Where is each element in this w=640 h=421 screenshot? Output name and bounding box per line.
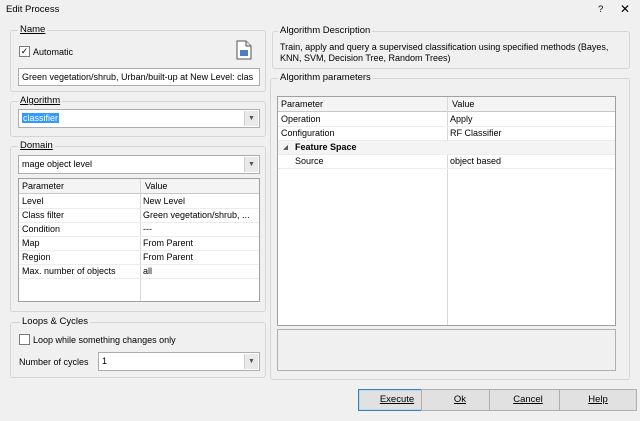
- row-divider: [19, 264, 259, 265]
- algorithm-select[interactable]: classifier ▼: [18, 109, 260, 128]
- help-button-label: Help: [588, 394, 608, 405]
- chevron-down-icon[interactable]: ▼: [244, 111, 258, 126]
- domain-value-map[interactable]: From Parent: [143, 238, 259, 248]
- domain-value-max-objects[interactable]: all: [143, 266, 259, 276]
- row-divider: [19, 236, 259, 237]
- param-source[interactable]: Source: [295, 156, 324, 166]
- feature-space-label: Feature Space: [295, 142, 357, 152]
- chevron-down-icon[interactable]: ▼: [244, 157, 258, 172]
- algorithm-description-text: Train, apply and query a supervised clas…: [280, 42, 609, 63]
- collapse-triangle-icon[interactable]: ◢: [283, 143, 288, 151]
- param-operation[interactable]: Operation: [281, 114, 321, 124]
- loops-group-label: Loops & Cycles: [20, 316, 91, 327]
- domain-value-class-filter[interactable]: Green vegetation/shrub, ...: [143, 210, 259, 220]
- domain-param-level[interactable]: Level: [22, 196, 44, 206]
- title-bar: Edit Process ? ✕: [0, 0, 640, 20]
- loop-while-changes-checkbox[interactable]: [19, 334, 30, 345]
- execute-button-label: Execute: [379, 394, 415, 405]
- automatic-checkbox[interactable]: ✓: [19, 46, 30, 57]
- column-header-parameter: Parameter: [22, 181, 65, 191]
- param-configuration[interactable]: Configuration: [281, 128, 335, 138]
- row-divider: [19, 208, 259, 209]
- params-group-label: Algorithm parameters: [278, 72, 373, 83]
- row-divider: [278, 168, 615, 169]
- edit-document-icon[interactable]: [236, 40, 252, 60]
- row-divider: [278, 154, 615, 155]
- window-title: Edit Process: [6, 4, 60, 15]
- domain-value-condition[interactable]: ---: [143, 224, 259, 234]
- column-divider: [140, 179, 141, 301]
- description-group-label: Algorithm Description: [278, 25, 373, 36]
- row-divider: [19, 250, 259, 251]
- chevron-down-icon[interactable]: ▼: [244, 354, 258, 369]
- loop-while-changes-label: Loop while something changes only: [33, 335, 176, 345]
- ok-button[interactable]: Ok: [421, 389, 499, 411]
- cancel-button-label: Cancel: [513, 394, 543, 405]
- process-name-field[interactable]: Green vegetation/shrub, Urban/built-up a…: [18, 68, 260, 86]
- column-divider: [447, 97, 448, 325]
- column-header-value: Value: [145, 181, 168, 191]
- algorithm-group-label: Algorithm: [18, 95, 63, 106]
- cycles-select[interactable]: 1 ▼: [98, 352, 260, 371]
- domain-param-condition[interactable]: Condition: [22, 224, 60, 234]
- help-title-button[interactable]: ?: [598, 4, 603, 15]
- domain-param-map[interactable]: Map: [22, 238, 40, 248]
- close-icon[interactable]: ✕: [620, 2, 630, 16]
- domain-select[interactable]: mage object level ▼: [18, 155, 260, 174]
- cycles-label: Number of cycles: [19, 357, 89, 367]
- domain-value-region[interactable]: From Parent: [143, 252, 259, 262]
- domain-param-max-objects[interactable]: Max. number of objects: [22, 266, 116, 276]
- param-operation-value[interactable]: Apply: [450, 114, 473, 124]
- cycles-value: 1: [102, 356, 108, 366]
- domain-param-region[interactable]: Region: [22, 252, 51, 262]
- param-configuration-value[interactable]: RF Classifier: [450, 128, 502, 138]
- domain-param-class-filter[interactable]: Class filter: [22, 210, 64, 220]
- domain-group-label: Domain: [18, 140, 55, 151]
- name-group-label: Name: [18, 24, 48, 35]
- parameter-help-pane: [277, 329, 616, 371]
- help-button[interactable]: Help: [559, 389, 637, 411]
- param-source-value[interactable]: object based: [450, 156, 501, 166]
- algorithm-value: classifier: [22, 113, 60, 123]
- domain-value: mage object level: [22, 159, 93, 169]
- cancel-button[interactable]: Cancel: [489, 389, 567, 411]
- automatic-label: Automatic: [33, 47, 74, 57]
- domain-parameter-table: Parameter Value Level New Level Class fi…: [18, 178, 260, 302]
- row-divider: [19, 278, 259, 279]
- domain-value-level[interactable]: New Level: [143, 196, 259, 206]
- row-divider: [278, 126, 615, 127]
- column-header-parameter: Parameter: [281, 99, 324, 109]
- ok-button-label: Ok: [453, 394, 467, 405]
- row-divider: [19, 222, 259, 223]
- algorithm-parameter-table: Parameter Value Operation Apply Configur…: [277, 96, 616, 326]
- column-header-value: Value: [452, 99, 475, 109]
